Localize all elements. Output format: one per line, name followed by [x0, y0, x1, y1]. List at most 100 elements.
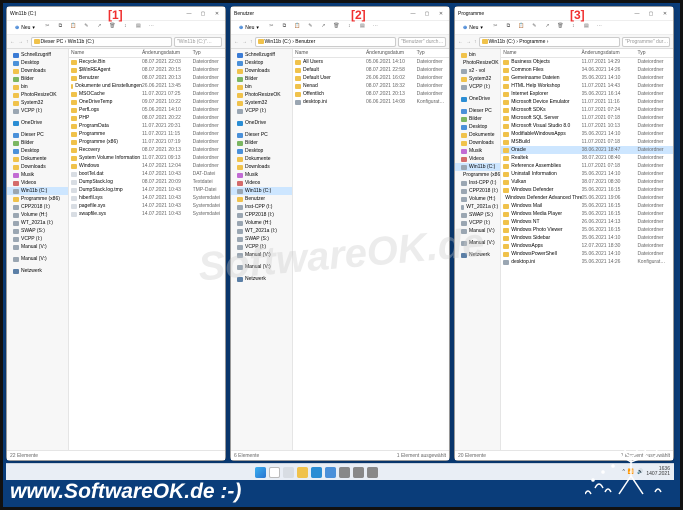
- copy-icon[interactable]: ⧉: [56, 23, 65, 32]
- file-row[interactable]: pagefile.sys14.07.2021 10:43Systemdatei: [69, 202, 225, 210]
- view-icon[interactable]: ▤: [358, 23, 367, 32]
- system-tray[interactable]: ^ 📶 🔊 16361407.2021: [623, 467, 670, 477]
- rename-icon[interactable]: ✎: [530, 23, 539, 32]
- file-row[interactable]: Default User26.06.2021 16:02Dateiordner: [293, 74, 449, 82]
- file-row[interactable]: Internet Explorer05.06.2021 16:14Dateior…: [501, 90, 673, 98]
- sidebar-vcpp2[interactable]: VCPP (I:): [7, 235, 68, 243]
- file-row[interactable]: swapfile.sys14.07.2021 10:43Systemdatei: [69, 210, 225, 218]
- sidebar-photoresize[interactable]: PhotoResizeOK: [231, 91, 292, 99]
- rename-icon[interactable]: ✎: [82, 23, 91, 32]
- up-button[interactable]: ↑: [26, 39, 29, 45]
- sidebar-dieserpc[interactable]: Dieser PC: [7, 131, 68, 139]
- maximize-button[interactable]: ▢: [198, 11, 208, 17]
- sidebar-bilder[interactable]: Bilder: [231, 75, 292, 83]
- sidebar-onedrive[interactable]: OneDrive: [455, 95, 500, 103]
- close-button[interactable]: ✕: [436, 11, 446, 17]
- sidebar-bilder2[interactable]: Bilder: [7, 139, 68, 147]
- sidebar-programme[interactable]: Programme (x86): [7, 195, 68, 203]
- delete-icon[interactable]: 🗑: [332, 23, 341, 32]
- sidebar-volume[interactable]: Volume (H:): [7, 211, 68, 219]
- file-row[interactable]: Recovery08.07.2021 20:13Dateiordner: [69, 146, 225, 154]
- file-row[interactable]: Programme11.07.2021 11:15Dateiordner: [69, 130, 225, 138]
- copy-icon[interactable]: ⧉: [280, 23, 289, 32]
- sidebar-netzwerk[interactable]: Netzwerk: [455, 251, 500, 259]
- file-row[interactable]: Microsoft Visual Studio 8.011.07.2021 10…: [501, 122, 673, 130]
- file-row[interactable]: Windows Photo Viewer05.06.2021 16:15Date…: [501, 226, 673, 234]
- tray-volume-icon[interactable]: 🔊: [637, 469, 643, 475]
- sidebar-manual2[interactable]: Manual (V:): [7, 255, 68, 263]
- file-row[interactable]: PerfLogs05.06.2021 14:10Dateiordner: [69, 106, 225, 114]
- sidebar-instcpp[interactable]: Inst-CPP (I:): [231, 203, 292, 211]
- sidebar-desktop2[interactable]: Desktop: [7, 147, 68, 155]
- file-row[interactable]: Windows Defender05.06.2021 16:15Dateiord…: [501, 186, 673, 194]
- tray-network-icon[interactable]: 📶: [628, 469, 634, 475]
- file-row[interactable]: Oracle08.06.2021 18:47Dateiordner: [501, 146, 673, 154]
- titlebar[interactable]: Benutzer — ▢ ✕: [231, 7, 449, 21]
- sidebar-onedrive[interactable]: OneDrive: [231, 119, 292, 127]
- file-row[interactable]: Windows Defender Advanced Threat Prot..0…: [501, 194, 673, 202]
- paste-icon[interactable]: 📋: [517, 23, 526, 32]
- view-icon[interactable]: ▤: [134, 23, 143, 32]
- sidebar-dieserpc[interactable]: Dieser PC: [455, 107, 500, 115]
- sort-icon[interactable]: ↕: [569, 23, 578, 32]
- back-button[interactable]: ←: [458, 39, 463, 45]
- sidebar-videos[interactable]: Videos: [231, 179, 292, 187]
- sidebar-wt2021a[interactable]: WT_2021a (I:): [7, 219, 68, 227]
- sidebar-swap[interactable]: SWAP (S:): [231, 235, 292, 243]
- sidebar-netzwerk[interactable]: Netzwerk: [7, 267, 68, 275]
- file-row[interactable]: Öffentlich08.07.2021 20:13Dateiordner: [293, 90, 449, 98]
- start-button[interactable]: [255, 467, 266, 478]
- sidebar-manual2[interactable]: Manual (V:): [455, 239, 500, 247]
- column-header[interactable]: NameÄnderungsdatumTyp: [293, 49, 449, 58]
- file-row[interactable]: Windows Mail05.06.2021 16:15Dateiordner: [501, 202, 673, 210]
- taskbar-pinned-icon[interactable]: [353, 467, 364, 478]
- sidebar-volume[interactable]: Volume (H:): [231, 219, 292, 227]
- file-row[interactable]: Business Objects11.07.2021 14:29Dateiord…: [501, 58, 673, 66]
- search-input[interactable]: "Benutzer" durch…: [398, 37, 446, 47]
- sidebar-downloads[interactable]: Downloads: [231, 67, 292, 75]
- view-icon[interactable]: ▤: [582, 23, 591, 32]
- sidebar-downloads2[interactable]: Downloads: [231, 163, 292, 171]
- search-input[interactable]: "Programme" dur…: [622, 37, 670, 47]
- sidebar-wt2021a[interactable]: WT_2021a (I:): [231, 227, 292, 235]
- sidebar-bin[interactable]: bin: [231, 83, 292, 91]
- back-button[interactable]: ←: [234, 39, 239, 45]
- file-row[interactable]: DumpStack.log08.07.2021 20:09Textdatei: [69, 178, 225, 186]
- sidebar-desktop[interactable]: Desktop: [455, 123, 500, 131]
- cut-icon[interactable]: ✂: [43, 23, 52, 32]
- file-row[interactable]: DumpStack.log.tmp14.07.2021 10:43TMP-Dat…: [69, 186, 225, 194]
- file-row[interactable]: MSOCache11.07.2021 07:25Dateiordner: [69, 90, 225, 98]
- up-button[interactable]: ↑: [250, 39, 253, 45]
- sidebar-system32[interactable]: System32: [7, 99, 68, 107]
- sidebar-musik[interactable]: Musik: [231, 171, 292, 179]
- sidebar-downloads2[interactable]: Downloads: [7, 163, 68, 171]
- sidebar-swap[interactable]: SWAP (S:): [7, 227, 68, 235]
- sidebar-manual[interactable]: Manual (V:): [455, 227, 500, 235]
- search-input[interactable]: "Win11b (C:)"…: [174, 37, 222, 47]
- sidebar-programme[interactable]: Programme (x86): [455, 171, 500, 179]
- sidebar-musik[interactable]: Musik: [455, 147, 500, 155]
- paste-icon[interactable]: 📋: [293, 23, 302, 32]
- sidebar-cpp2018[interactable]: CPP2018 (I:): [7, 203, 68, 211]
- file-row[interactable]: System Volume Information11.07.2021 09:1…: [69, 154, 225, 162]
- sidebar-win11b[interactable]: Win11b (C:): [231, 187, 292, 195]
- file-row[interactable]: Dokumente und Einstellungen26.06.2021 13…: [69, 82, 225, 90]
- column-header[interactable]: NameÄnderungsdatumTyp: [501, 49, 673, 58]
- file-row[interactable]: Realtek08.07.2021 08:40Dateiordner: [501, 154, 673, 162]
- file-row[interactable]: Common Files04.06.2021 14:26Dateiordner: [501, 66, 673, 74]
- sidebar-swap[interactable]: SWAP (S:): [455, 211, 500, 219]
- sidebar-videos[interactable]: Videos: [7, 179, 68, 187]
- breadcrumb[interactable]: Dieser PC › Win11b (C:): [31, 37, 173, 47]
- file-row[interactable]: bootTel.dat14.07.2021 10:43DAT-Datei: [69, 170, 225, 178]
- new-button[interactable]: ⊕Neu▾: [459, 24, 487, 32]
- file-row[interactable]: $WinREAgent08.07.2021 20:15Dateiordner: [69, 66, 225, 74]
- sidebar-manual2[interactable]: Manual (V:): [231, 263, 292, 271]
- new-button[interactable]: ⊕Neu▾: [11, 24, 39, 32]
- sidebar-vcpp2[interactable]: VCPP (I:): [455, 219, 500, 227]
- sidebar-dokumente[interactable]: Dokumente: [231, 155, 292, 163]
- file-row[interactable]: Reference Assemblies11.07.2021 07:18Date…: [501, 162, 673, 170]
- sidebar-manual[interactable]: Manual (V:): [231, 251, 292, 259]
- file-row[interactable]: Vulkan08.07.2021 08:30Dateiordner: [501, 178, 673, 186]
- sidebar-instcpp[interactable]: Inst-CPP (I:): [455, 179, 500, 187]
- sidebar-desktop2[interactable]: Desktop: [231, 147, 292, 155]
